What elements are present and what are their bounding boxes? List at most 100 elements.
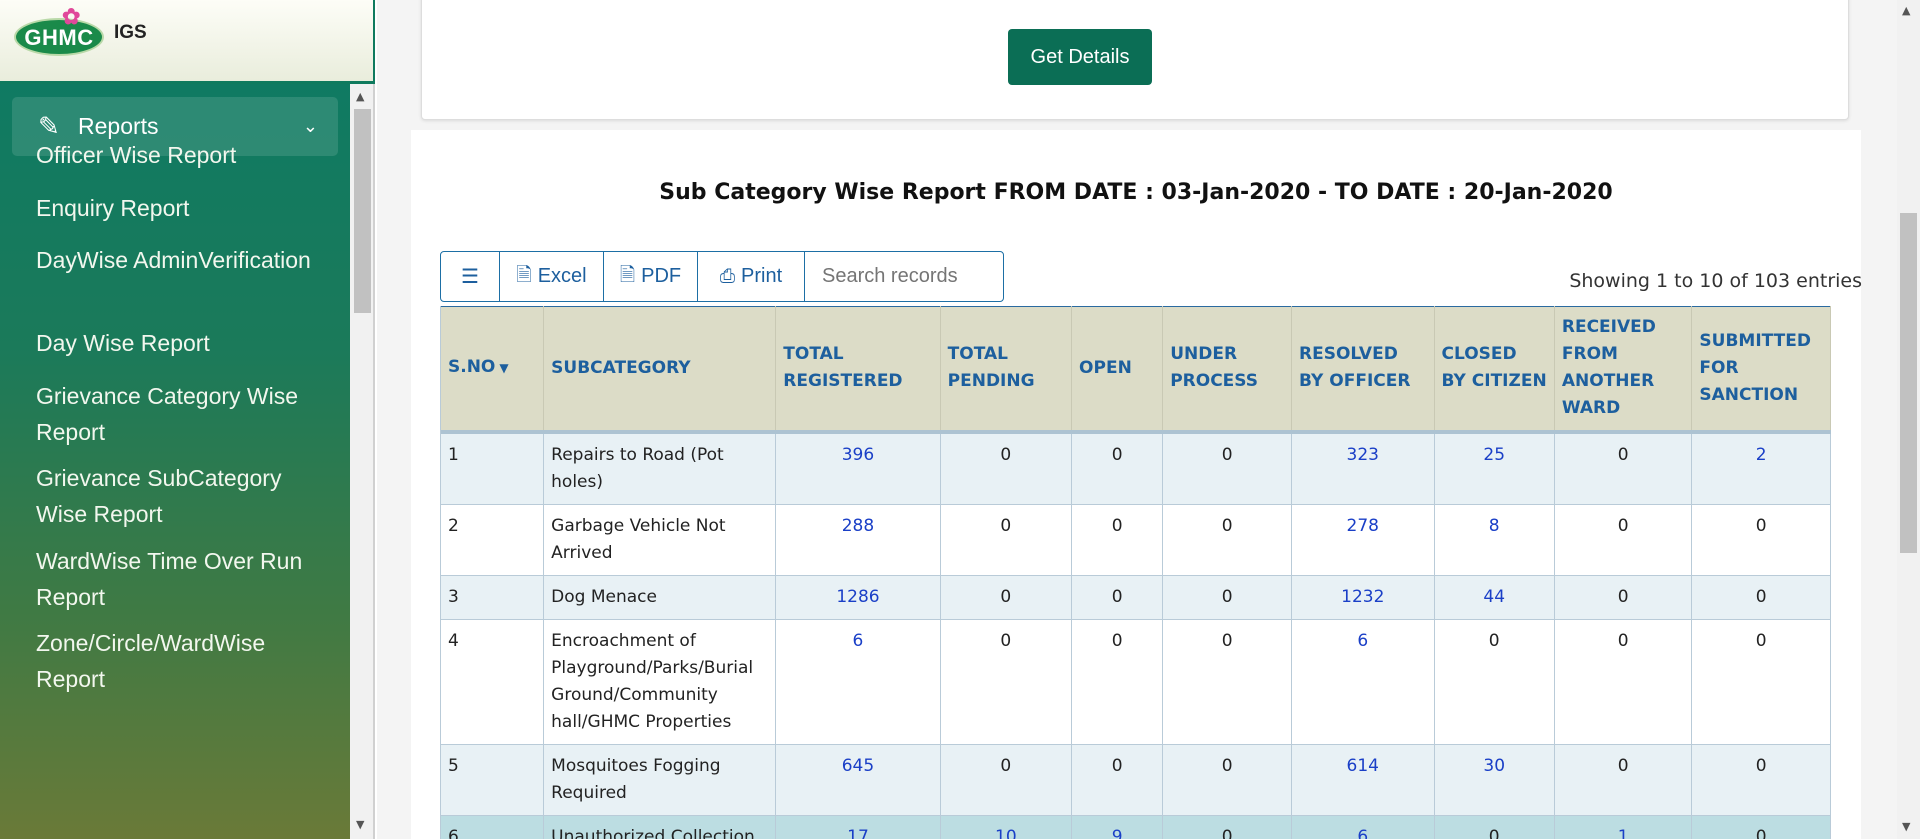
cell-sno: 5 <box>441 744 545 816</box>
cell-subcategory: Encroachment of Playground/Parks/Burial … <box>543 619 777 745</box>
table-row: 5 Mosquitoes Fogging Required 645 0 0 0 … <box>441 744 1831 816</box>
report-table: S.NO ▼ SUBCATEGORY TOTAL REGISTERED TOTAL… <box>441 306 1831 839</box>
app-title: IGS <box>114 22 147 43</box>
column-list-button[interactable]: ☰ <box>441 252 500 301</box>
cell-sno: 1 <box>441 431 545 505</box>
cell-submitted-for-sanction: 0 <box>1691 815 1831 839</box>
col-header-received-from-another-ward[interactable]: RECEIVED FROM ANOTHER WARD <box>1554 306 1693 434</box>
cell-total-pending: 0 <box>940 744 1073 816</box>
cell-submitted-for-sanction: 0 <box>1691 504 1831 576</box>
cell-open: 0 <box>1071 504 1164 576</box>
filter-card: Get Details <box>421 0 1849 120</box>
cell-resolved-by-officer[interactable]: 6 <box>1291 815 1435 839</box>
cell-subcategory: Mosquitoes Fogging Required <box>543 744 777 816</box>
cell-subcategory: Dog Menace <box>543 575 777 620</box>
entries-info: Showing 1 to 10 of 103 entries <box>1569 270 1862 292</box>
table-row: 3 Dog Menace 1286 0 0 0 1232 44 0 0 <box>441 575 1831 620</box>
col-header-subcategory[interactable]: SUBCATEGORY <box>543 306 777 434</box>
cell-under-process: 0 <box>1162 815 1293 839</box>
col-header-submitted-for-sanction[interactable]: SUBMITTED FOR SANCTION <box>1691 306 1831 434</box>
cell-closed-by-citizen: 0 <box>1434 815 1555 839</box>
sidebar-item-zone-circle-wardwise-report[interactable]: Zone/Circle/WardWise Report <box>36 625 336 697</box>
main-scrollbar-thumb[interactable] <box>1900 213 1917 553</box>
excel-label: Excel <box>537 265 587 287</box>
scroll-up-icon[interactable]: ▲ <box>356 90 364 103</box>
cell-open[interactable]: 9 <box>1071 815 1164 839</box>
cell-received-from-another-ward: 0 <box>1554 619 1693 745</box>
search-input[interactable] <box>805 252 1003 301</box>
excel-button[interactable]: 🗎 Excel <box>500 252 604 301</box>
cell-total-registered[interactable]: 645 <box>775 744 941 816</box>
col-header-sno[interactable]: S.NO ▼ <box>441 306 545 434</box>
cell-submitted-for-sanction: 0 <box>1691 619 1831 745</box>
list-icon: ☰ <box>461 266 479 288</box>
print-button[interactable]: ⎙ Print <box>698 252 805 301</box>
cell-received-from-another-ward[interactable]: 1 <box>1554 815 1693 839</box>
cell-total-registered[interactable]: 17 <box>775 815 941 839</box>
report-title: Sub Category Wise Report FROM DATE : 03-… <box>659 180 1613 205</box>
sidebar-item-grievance-subcategory-wise-report[interactable]: Grievance SubCategory Wise Report <box>36 460 336 532</box>
sidebar-item-wardwise-time-over-run-report[interactable]: WardWise Time Over Run Report <box>36 543 336 615</box>
sidebar-scrollbar-thumb[interactable] <box>354 109 371 313</box>
cell-resolved-by-officer[interactable]: 1232 <box>1291 575 1435 620</box>
pdf-button[interactable]: 🗎 PDF <box>604 252 698 301</box>
col-header-resolved-by-officer[interactable]: RESOLVED BY OFFICER <box>1291 306 1435 434</box>
sidebar-item-enquiry-report[interactable]: Enquiry Report <box>36 190 336 226</box>
cell-received-from-another-ward: 0 <box>1554 575 1693 620</box>
table-toolbar: ☰ 🗎 Excel 🗎 PDF ⎙ Print <box>440 251 1004 302</box>
sidebar: ✿ GHMC IGS ✎ Reports ⌄ Officer Wise Repor… <box>0 0 375 839</box>
col-header-total-registered[interactable]: TOTAL REGISTERED <box>775 306 941 434</box>
col-header-under-process[interactable]: UNDER PROCESS <box>1162 306 1293 434</box>
sidebar-item-daywise-adminverification[interactable]: DayWise AdminVerification <box>36 242 336 278</box>
sidebar-item-grievance-category-wise-report[interactable]: Grievance Category Wise Report <box>36 378 336 450</box>
cell-submitted-for-sanction[interactable]: 2 <box>1691 431 1831 505</box>
cell-total-registered[interactable]: 288 <box>775 504 941 576</box>
cell-closed-by-citizen: 0 <box>1434 619 1555 745</box>
cell-total-pending[interactable]: 10 <box>940 815 1073 839</box>
col-header-closed-by-citizen[interactable]: CLOSED BY CITIZEN <box>1434 306 1555 434</box>
cell-submitted-for-sanction: 0 <box>1691 744 1831 816</box>
get-details-button[interactable]: Get Details <box>1008 29 1152 85</box>
cell-total-pending: 0 <box>940 575 1073 620</box>
print-label: Print <box>741 265 783 287</box>
cell-closed-by-citizen[interactable]: 44 <box>1434 575 1555 620</box>
cell-received-from-another-ward: 0 <box>1554 744 1693 816</box>
cell-subcategory: Garbage Vehicle Not Arrived <box>543 504 777 576</box>
cell-under-process: 0 <box>1162 744 1293 816</box>
ghmc-logo[interactable]: ✿ GHMC <box>14 6 104 56</box>
cell-sno: 3 <box>441 575 545 620</box>
report-panel: Sub Category Wise Report FROM DATE : 03-… <box>411 130 1862 839</box>
cell-total-pending: 0 <box>940 619 1073 745</box>
cell-total-registered[interactable]: 396 <box>775 431 941 505</box>
cell-open: 0 <box>1071 744 1164 816</box>
report-table-wrapper[interactable]: S.NO ▼ SUBCATEGORY TOTAL REGISTERED TOTAL… <box>440 306 1831 839</box>
cell-total-registered[interactable]: 1286 <box>775 575 941 620</box>
cell-total-pending: 0 <box>940 504 1073 576</box>
cell-resolved-by-officer[interactable]: 614 <box>1291 744 1435 816</box>
main-scrollbar[interactable]: ▲ ▼ <box>1897 0 1920 839</box>
sidebar-item-officer-wise-report[interactable]: Officer Wise Report <box>36 137 336 173</box>
sidebar-scrollbar[interactable]: ▲ ▼ <box>350 84 375 839</box>
logo-text: GHMC <box>24 25 94 50</box>
scroll-down-icon[interactable]: ▼ <box>1902 820 1910 833</box>
sort-desc-icon: ▼ <box>499 361 509 376</box>
printer-icon: ⎙ <box>719 265 736 287</box>
cell-closed-by-citizen[interactable]: 25 <box>1434 431 1555 505</box>
excel-file-icon: 🗎 <box>516 264 532 286</box>
cell-under-process: 0 <box>1162 619 1293 745</box>
sidebar-item-day-wise-report[interactable]: Day Wise Report <box>36 325 336 361</box>
cell-resolved-by-officer[interactable]: 323 <box>1291 431 1435 505</box>
cell-resolved-by-officer[interactable]: 278 <box>1291 504 1435 576</box>
scroll-up-icon[interactable]: ▲ <box>1902 4 1910 17</box>
cell-resolved-by-officer[interactable]: 6 <box>1291 619 1435 745</box>
table-header-row: S.NO ▼ SUBCATEGORY TOTAL REGISTERED TOTAL… <box>441 306 1831 434</box>
col-header-open[interactable]: OPEN <box>1071 306 1164 434</box>
col-header-total-pending[interactable]: TOTAL PENDING <box>940 306 1073 434</box>
cell-closed-by-citizen[interactable]: 8 <box>1434 504 1555 576</box>
cell-subcategory: Repairs to Road (Pot holes) <box>543 431 777 505</box>
cell-total-registered[interactable]: 6 <box>775 619 941 745</box>
pdf-label: PDF <box>641 265 682 287</box>
cell-closed-by-citizen[interactable]: 30 <box>1434 744 1555 816</box>
scroll-down-icon[interactable]: ▼ <box>356 818 364 831</box>
cell-open: 0 <box>1071 575 1164 620</box>
